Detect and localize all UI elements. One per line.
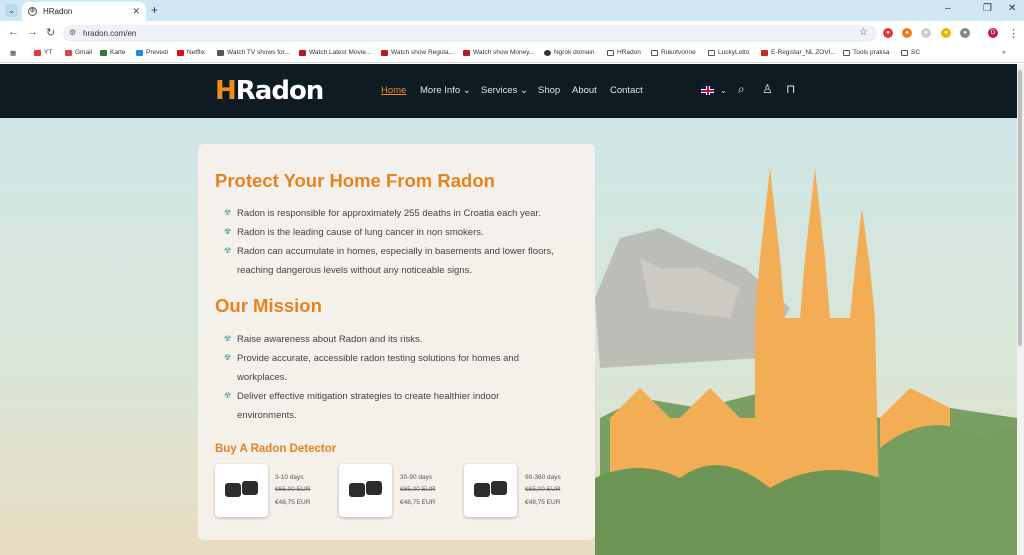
bookmark-item[interactable]: Watch show Money... <box>463 49 534 56</box>
radon-bullet-icon: ☢ <box>224 208 232 217</box>
bookmark-folder[interactable]: Rukotvorine <box>651 49 696 56</box>
radon-bullet-icon: ☢ <box>224 353 232 362</box>
list-item: Radon can accumulate in homes, especiall… <box>237 246 554 276</box>
bookmark-folder[interactable]: SC <box>901 49 920 56</box>
product-duration: 90-360 days <box>525 474 561 481</box>
bookmark-item[interactable]: YT <box>34 49 52 56</box>
more-bookmarks-icon[interactable]: » <box>1002 49 1006 56</box>
site-info-icon[interactable]: ⚙ <box>69 28 76 37</box>
menu-icon[interactable]: ⋮ <box>1008 27 1019 40</box>
chevron-down-icon[interactable]: ⌄ <box>720 86 727 95</box>
radon-bullet-icon: ☢ <box>224 246 232 255</box>
tab-title: HRadon <box>43 7 73 16</box>
nav-contact[interactable]: Contact <box>610 85 643 96</box>
browser-tab[interactable]: ⊕ HRadon ✕ <box>22 2 146 21</box>
bookmark-folder[interactable]: HRadon <box>607 49 641 56</box>
site-header: HRadon Home More Info ⌄ Services ⌄ Shop … <box>0 64 1017 118</box>
product-image[interactable] <box>339 464 392 517</box>
hero-section: Protect Your Home From Radon ☢ Radon is … <box>0 118 1017 555</box>
list-item: Provide accurate, accessible radon testi… <box>237 353 519 383</box>
address-bar[interactable]: ⚙ hradon.com/en ☆ <box>63 25 877 42</box>
bookmark-item[interactable]: Netflix <box>177 49 205 56</box>
bookmark-item[interactable]: Prevedi <box>136 49 168 56</box>
hero-card: Protect Your Home From Radon ☢ Radon is … <box>198 144 595 540</box>
nav-more-info[interactable]: More Info ⌄ <box>420 85 471 96</box>
product-old-price: €65,00 EUR <box>275 486 311 493</box>
bookmark-item[interactable]: E-Registar_NL ZOVI... <box>761 49 836 56</box>
detector-icon <box>225 483 241 497</box>
bookmark-item[interactable]: Watch show Regula... <box>381 49 454 56</box>
restore-icon[interactable]: ❐ <box>983 3 992 14</box>
list-item: Raise awareness about Radon and its risk… <box>237 334 423 345</box>
detector-icon <box>474 483 490 497</box>
url-text: hradon.com/en <box>83 29 137 38</box>
page-viewport: HRadon Home More Info ⌄ Services ⌄ Shop … <box>0 64 1017 555</box>
back-icon[interactable]: ← <box>8 26 19 38</box>
site-logo[interactable]: HRadon <box>215 76 324 106</box>
bookmark-star-icon[interactable]: ☆ <box>859 27 868 38</box>
buy-title: Buy A Radon Detector <box>215 443 337 455</box>
bookmark-item[interactable]: Watch Latest Movie... <box>299 49 371 56</box>
bookmark-item[interactable]: Ngrok domain <box>544 49 594 56</box>
nav-about[interactable]: About <box>572 85 597 96</box>
minimize-icon[interactable]: – <box>945 3 951 14</box>
bookmark-item[interactable]: Gmail <box>65 49 92 56</box>
radon-bullet-icon: ☢ <box>224 227 232 236</box>
list-item: Radon is the leading cause of lung cance… <box>237 227 484 238</box>
detector-icon <box>366 481 382 495</box>
product-old-price: €65,00 EUR <box>400 486 436 493</box>
bookmark-item[interactable]: Watch TV shows for... <box>217 49 290 56</box>
cart-icon[interactable]: ⊓ <box>786 82 795 96</box>
forward-icon[interactable]: → <box>27 26 38 38</box>
close-window-icon[interactable]: ✕ <box>1008 3 1016 14</box>
product-price: €48,75 EUR <box>525 499 561 506</box>
bookmark-item[interactable]: Karte <box>100 49 126 56</box>
extension-icon[interactable]: ● <box>941 28 951 38</box>
list-item: Deliver effective mitigation strategies … <box>237 391 500 421</box>
search-icon[interactable]: ⌕ <box>738 82 745 97</box>
product-duration: 30-90 days <box>400 474 433 481</box>
bookmark-folder[interactable]: Tools praksa <box>843 49 890 56</box>
bookmarks-bar: ▦ YT Gmail Karte Prevedi Netflix Watch T… <box>0 46 1024 63</box>
product-image[interactable] <box>464 464 517 517</box>
radon-bullet-icon: ☢ <box>224 391 232 400</box>
reload-icon[interactable]: ↻ <box>46 26 55 39</box>
detector-icon <box>491 481 507 495</box>
nav-shop[interactable]: Shop <box>538 85 560 96</box>
adblock-extension-icon[interactable]: ● <box>883 28 893 38</box>
tab-strip: ⌄ ⊕ HRadon ✕ + – ❐ ✕ <box>0 0 1024 21</box>
hero-title: Protect Your Home From Radon <box>215 170 495 191</box>
list-item: Radon is responsible for approximately 2… <box>237 208 541 219</box>
scrollbar-thumb[interactable] <box>1018 70 1022 346</box>
account-icon[interactable]: ♙ <box>762 82 773 96</box>
product-price: €48,75 EUR <box>400 499 436 506</box>
product-duration: 3-10 days <box>275 474 304 481</box>
extension-icon[interactable]: ● <box>921 28 931 38</box>
bookmark-folder[interactable]: LuckyLotto <box>708 49 749 56</box>
product-image[interactable] <box>215 464 268 517</box>
mission-title: Our Mission <box>215 295 322 316</box>
close-tab-icon[interactable]: ✕ <box>132 6 140 17</box>
product-price: €48,75 EUR <box>275 499 311 506</box>
profile-avatar[interactable]: D <box>988 28 998 38</box>
nav-home[interactable]: Home <box>381 85 406 96</box>
puzzle-icon[interactable]: ● <box>960 28 970 38</box>
detector-icon <box>349 483 365 497</box>
nav-services[interactable]: Services ⌄ <box>481 85 528 96</box>
product-old-price: €65,00 EUR <box>525 486 561 493</box>
extension-icon[interactable]: ● <box>902 28 912 38</box>
tab-search-icon[interactable]: ⌄ <box>5 4 18 17</box>
apps-icon[interactable]: ▦ <box>10 49 16 57</box>
globe-icon: ⊕ <box>28 7 37 16</box>
radon-bullet-icon: ☢ <box>224 334 232 343</box>
uk-flag-icon[interactable] <box>701 86 714 95</box>
detector-icon <box>242 481 258 495</box>
new-tab-button[interactable]: + <box>151 3 158 17</box>
